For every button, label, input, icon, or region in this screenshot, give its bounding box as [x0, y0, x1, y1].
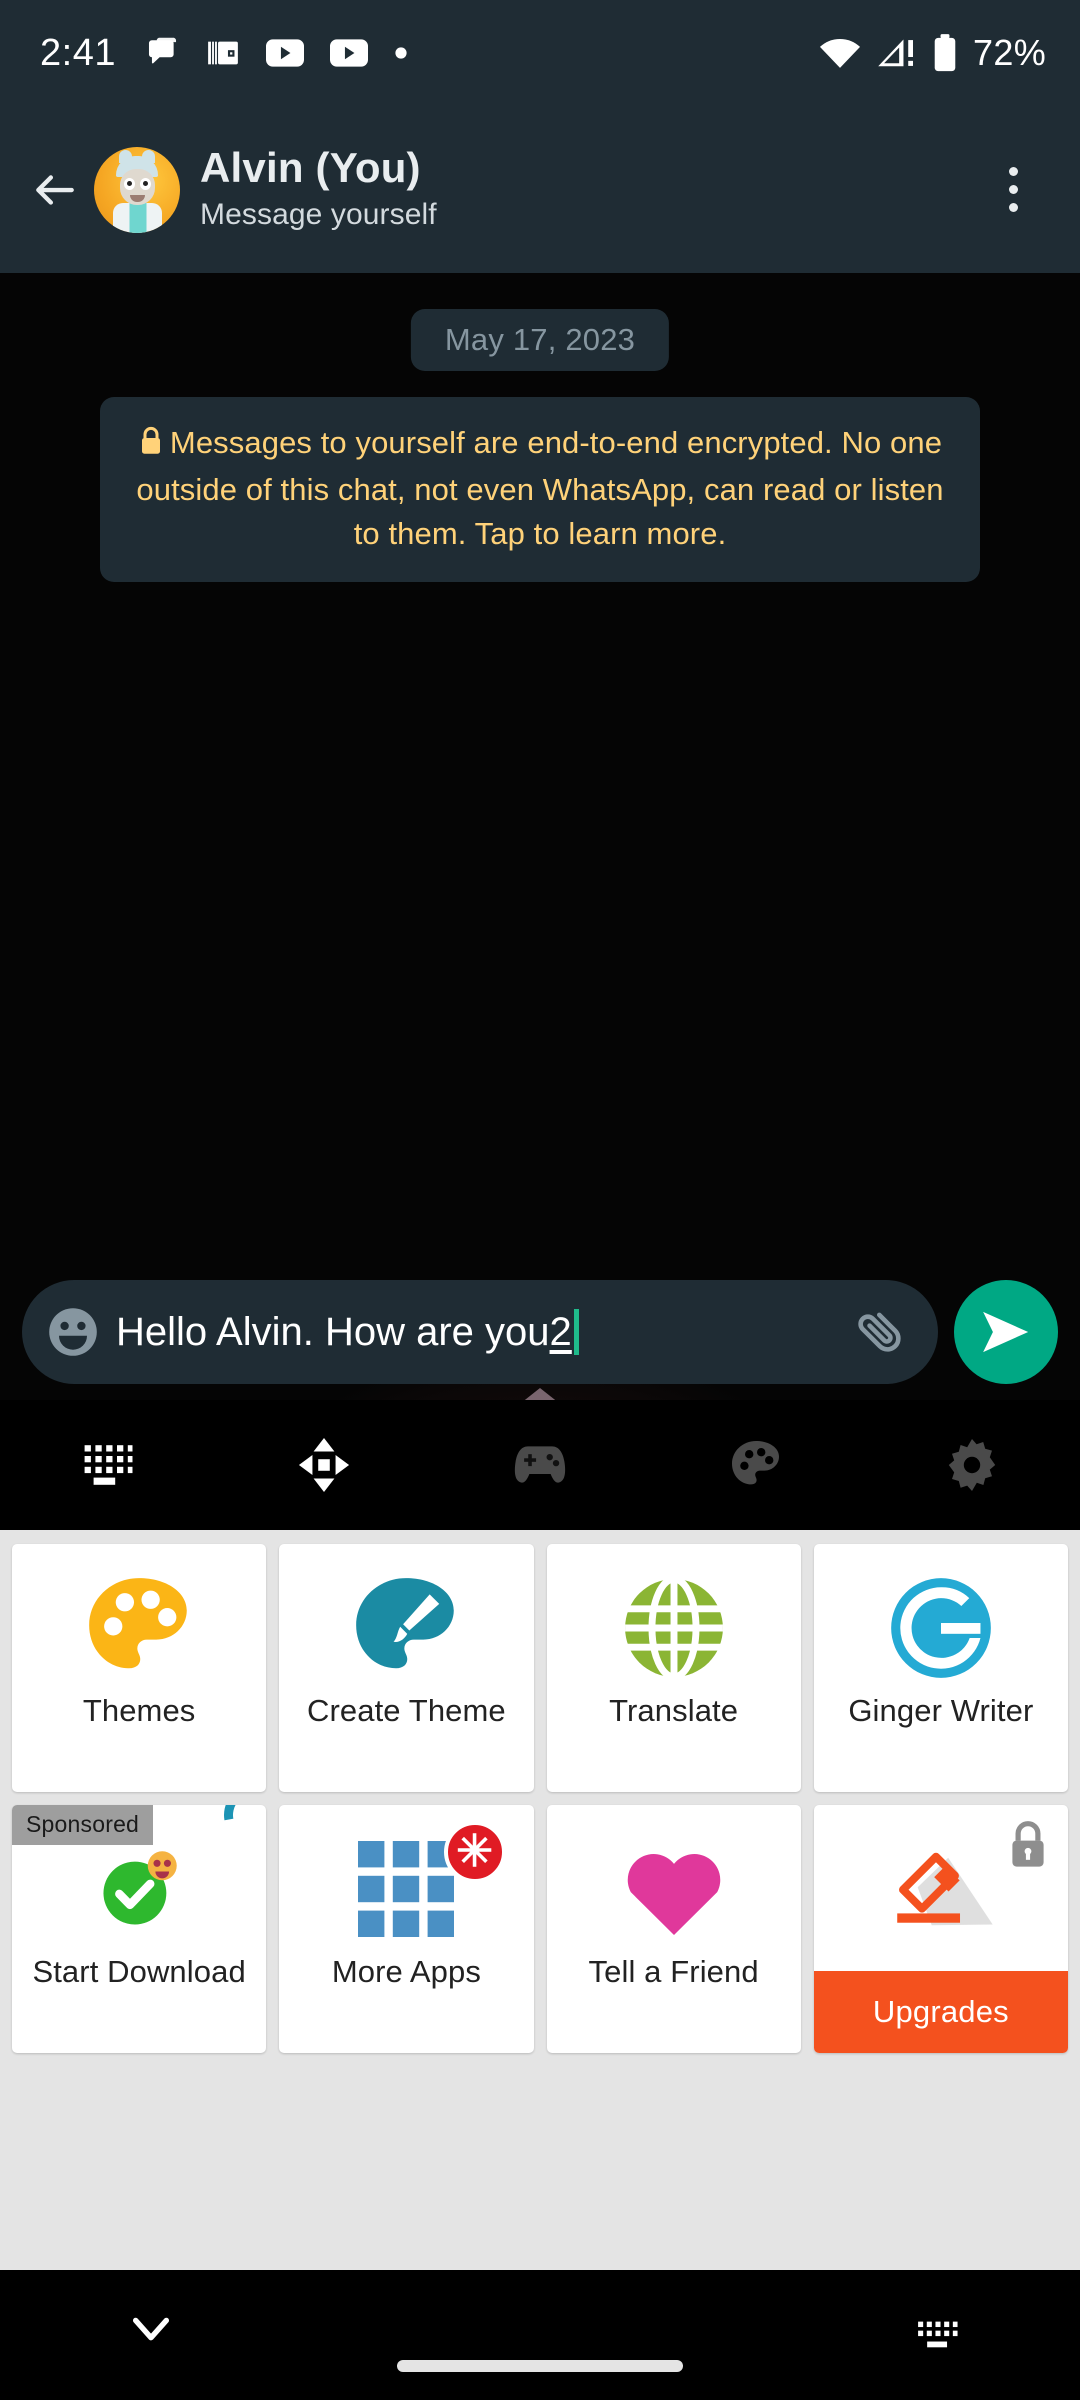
attach-button[interactable] [848, 1299, 914, 1365]
app-tile-start-download[interactable]: Sponsored Start Download [12, 1805, 267, 2053]
keyboard-toolbar-item-settings[interactable] [864, 1439, 1080, 1491]
keyboard-switcher-button[interactable] [916, 2318, 960, 2356]
status-notification-icons [146, 36, 408, 70]
home-indicator[interactable] [397, 2360, 683, 2372]
dot-icon [394, 46, 408, 60]
wifi-icon [819, 36, 861, 70]
loading-spinner-icon [212, 1805, 267, 1857]
status-clock: 2:41 [40, 31, 116, 74]
app-tile-label: Translate [609, 1693, 739, 1728]
upgrades-banner[interactable]: Upgrades [813, 1971, 1068, 2053]
youtube-icon [265, 38, 304, 68]
app-tile-tell-a-friend[interactable]: Tell a Friend [546, 1805, 801, 2053]
status-bar: 2:41 72% [0, 0, 1080, 106]
app-tile-label: More Apps [331, 1954, 481, 1989]
more-vertical-icon [1008, 203, 1018, 212]
sponsored-badge: Sponsored [12, 1805, 154, 1845]
app-tile-create-theme[interactable]: Create Theme [279, 1544, 534, 1792]
keyboard-icon [81, 1441, 135, 1489]
message-text-composing: 2 [549, 1309, 572, 1354]
chat-title-block[interactable]: Alvin (You) Message yourself [200, 145, 437, 233]
page-title: Alvin (You) [200, 144, 421, 192]
move-arrows-icon [298, 1438, 350, 1492]
arrow-left-icon [30, 165, 80, 215]
app-tile-label: Themes [82, 1693, 196, 1728]
app-grid-row: Sponsored Start Download ✳ More Apps Tel… [12, 1805, 1068, 2053]
app-tile-label: Tell a Friend [588, 1954, 759, 1989]
avatar-collar [129, 202, 146, 233]
back-button[interactable] [18, 153, 92, 227]
app-tile-translate[interactable]: Translate [546, 1544, 801, 1792]
chat-bubble-icon [146, 36, 180, 70]
system-navigation-bar [0, 2270, 1080, 2400]
app-tile-ginger-writer[interactable]: Ginger Writer [813, 1544, 1068, 1792]
app-tile-label: Start Download [32, 1954, 246, 1989]
message-input-bar: Hello Alvin. How are you 2 [0, 1268, 1080, 1396]
paperclip-icon [852, 1303, 910, 1361]
more-vertical-icon [1008, 167, 1018, 176]
palette-icon [730, 1439, 782, 1491]
globe-icon [621, 1544, 727, 1694]
message-text-committed: Hello Alvin. How are you [116, 1309, 550, 1354]
emoji-button[interactable] [44, 1303, 102, 1361]
send-button[interactable] [954, 1280, 1058, 1384]
app-grid-row: Themes Create Theme Translate Ginger Wri… [12, 1544, 1068, 1792]
battery-icon [933, 34, 957, 72]
chat-header: Alvin (You) Message yourself [0, 106, 1080, 273]
avatar-eye-left [124, 177, 135, 190]
app-tile-upgrades[interactable]: Upgrades [813, 1805, 1068, 2053]
app-tile-more-apps[interactable]: ✳ More Apps [279, 1805, 534, 2053]
overflow-menu-button[interactable] [976, 150, 1050, 230]
message-input-container[interactable]: Hello Alvin. How are you 2 [22, 1280, 938, 1384]
encryption-notice-text: Messages to yourself are end-to-end encr… [136, 425, 944, 552]
app-tile-label: Create Theme [306, 1693, 506, 1728]
more-vertical-icon [1008, 185, 1018, 194]
youtube-icon [329, 38, 368, 68]
avatar-eye-right [140, 177, 151, 190]
chat-subtitle: Message yourself [200, 197, 437, 231]
keyboard-app-panel: Themes Create Theme Translate Ginger Wri… [0, 1530, 1080, 2270]
palette-brush-icon [352, 1544, 460, 1694]
keyboard-toolbar-item-keyboard[interactable] [0, 1441, 216, 1489]
avatar[interactable] [94, 146, 180, 233]
status-system-icons: 72% [819, 32, 1046, 74]
emoji-smiley-icon [45, 1304, 101, 1360]
cellular-no-signal-icon [877, 36, 917, 70]
nav-back-button[interactable] [128, 2312, 174, 2348]
avatar-body [113, 202, 162, 233]
avatar-face [120, 168, 155, 205]
lock-icon [138, 424, 164, 468]
encryption-notice[interactable]: Messages to yourself are end-to-end encr… [100, 397, 980, 583]
date-divider: May 17, 2023 [410, 309, 670, 371]
letter-g-icon [887, 1544, 995, 1694]
send-plane-icon [978, 1304, 1034, 1360]
gear-icon [946, 1439, 998, 1491]
app-tile-themes[interactable]: Themes [12, 1544, 267, 1792]
chevron-down-icon [128, 2312, 174, 2348]
app-tile-label: Ginger Writer [848, 1693, 1034, 1728]
wallet-icon [206, 36, 240, 70]
text-caret [573, 1309, 579, 1355]
keyboard-switcher-icon [916, 2318, 960, 2356]
battery-percent-label: 72% [973, 32, 1046, 73]
keyboard-toolbar-item-move[interactable] [216, 1438, 432, 1492]
highlighter-icon [880, 1805, 1002, 1955]
apps-grid-icon [354, 1805, 458, 1955]
keyboard-toolbar [0, 1400, 1080, 1530]
keyboard-toolbar-item-theme[interactable] [648, 1439, 864, 1491]
heart-icon [619, 1805, 729, 1955]
gamepad-icon [512, 1442, 568, 1488]
avatar-mouth [130, 194, 145, 202]
palette-icon [85, 1544, 193, 1694]
asterisk-badge-icon: ✳ [443, 1821, 506, 1883]
keyboard-toolbar-item-games[interactable] [432, 1442, 648, 1488]
message-input-text[interactable]: Hello Alvin. How are you 2 [116, 1309, 848, 1355]
lock-icon [1006, 1819, 1050, 1871]
